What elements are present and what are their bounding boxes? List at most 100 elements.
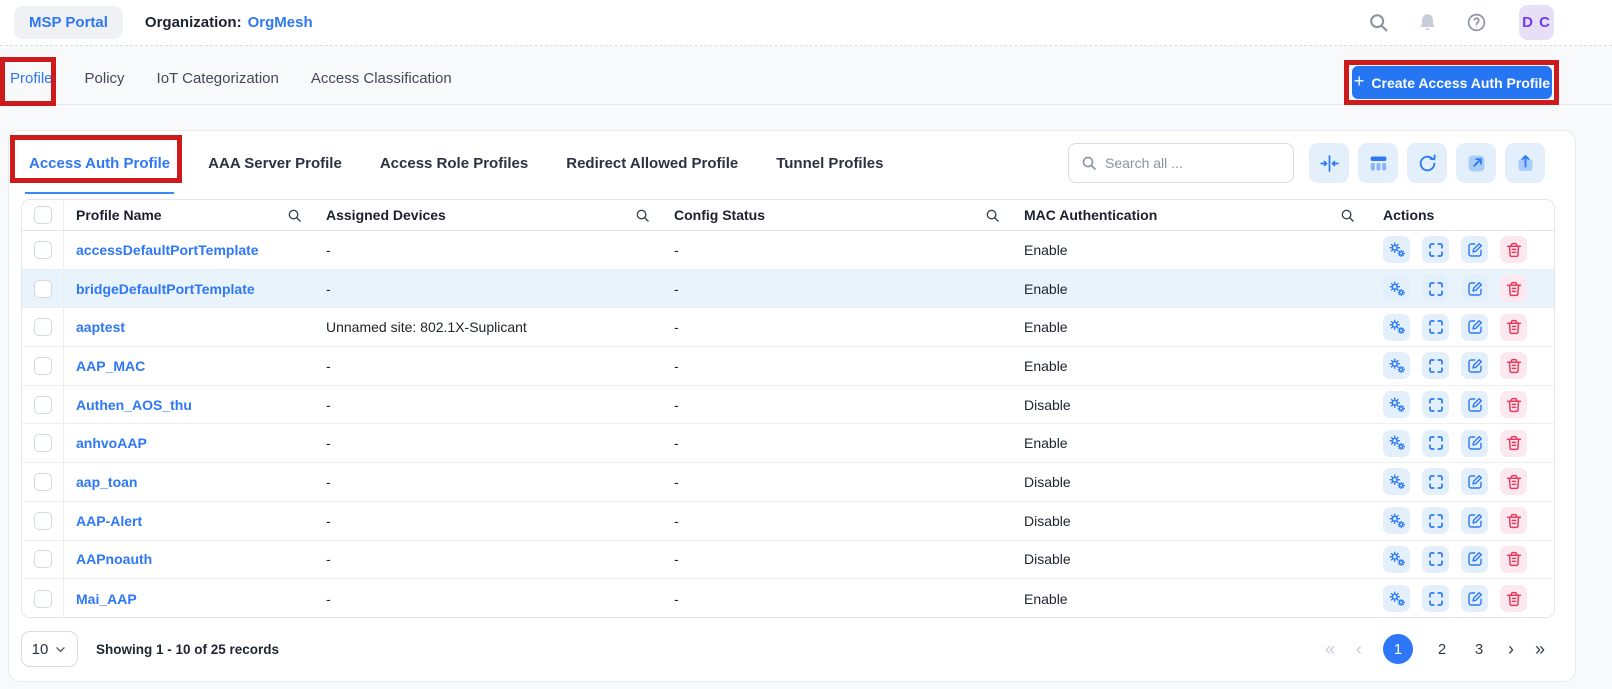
profile-name-link[interactable]: aap_toan <box>76 474 137 490</box>
row-checkbox[interactable] <box>33 395 52 414</box>
edit-button[interactable] <box>1461 236 1488 264</box>
search-all-input[interactable] <box>1105 155 1281 171</box>
profile-name-link[interactable]: Mai_AAP <box>76 591 137 607</box>
edit-button[interactable] <box>1461 468 1488 496</box>
row-checkbox[interactable] <box>33 279 52 298</box>
page-size-select[interactable]: 10 <box>21 631 78 667</box>
row-checkbox[interactable] <box>33 472 52 491</box>
tab-policy[interactable]: Policy <box>83 58 127 104</box>
row-checkbox[interactable] <box>33 356 52 375</box>
port-settings-button[interactable] <box>1383 391 1410 419</box>
subtab-redirect-allowed-profile[interactable]: Redirect Allowed Profile <box>560 147 744 180</box>
delete-button[interactable] <box>1500 507 1527 535</box>
delete-button[interactable] <box>1500 429 1527 457</box>
msp-portal-badge[interactable]: MSP Portal <box>14 6 123 39</box>
page-3-button[interactable]: 3 <box>1471 641 1487 658</box>
records-summary: Showing 1 - 10 of 25 records <box>96 641 280 657</box>
edit-button[interactable] <box>1461 429 1488 457</box>
edit-button[interactable] <box>1461 585 1488 613</box>
port-settings-button[interactable] <box>1383 313 1410 341</box>
expand-button[interactable] <box>1422 352 1449 380</box>
actions-cell <box>1367 313 1554 341</box>
expand-button[interactable] <box>1422 545 1449 573</box>
expand-button[interactable] <box>1422 236 1449 264</box>
delete-button[interactable] <box>1500 313 1527 341</box>
row-checkbox[interactable] <box>33 240 52 259</box>
edit-button[interactable] <box>1461 545 1488 573</box>
expand-button[interactable] <box>1422 468 1449 496</box>
port-settings-button[interactable] <box>1383 352 1410 380</box>
edit-button[interactable] <box>1461 507 1488 535</box>
delete-button[interactable] <box>1500 545 1527 573</box>
port-settings-button[interactable] <box>1383 236 1410 264</box>
edit-button[interactable] <box>1461 352 1488 380</box>
edit-button[interactable] <box>1461 275 1488 303</box>
organization-link[interactable]: OrgMesh <box>248 14 313 31</box>
help-icon[interactable] <box>1466 12 1487 33</box>
trash-icon <box>1506 320 1521 335</box>
first-page-button[interactable]: « <box>1325 639 1335 660</box>
upload-button[interactable] <box>1505 143 1545 183</box>
row-checkbox[interactable] <box>33 511 52 530</box>
actions-cell <box>1367 352 1554 380</box>
delete-button[interactable] <box>1500 352 1527 380</box>
delete-button[interactable] <box>1500 585 1527 613</box>
expand-button[interactable] <box>1422 313 1449 341</box>
manage-columns-button[interactable] <box>1358 143 1398 183</box>
expand-button[interactable] <box>1422 275 1449 303</box>
edit-button[interactable] <box>1461 391 1488 419</box>
mac-authentication-cell: Enable <box>1024 319 1068 336</box>
prev-page-button[interactable]: ‹ <box>1356 639 1362 660</box>
expand-button[interactable] <box>1422 429 1449 457</box>
subtab-access-role-profiles[interactable]: Access Role Profiles <box>374 147 534 180</box>
delete-button[interactable] <box>1500 391 1527 419</box>
create-access-auth-profile-button[interactable]: + Create Access Auth Profile <box>1352 66 1552 99</box>
port-settings-button[interactable] <box>1383 585 1410 613</box>
profile-name-link[interactable]: anhvoAAP <box>76 435 147 451</box>
expand-button[interactable] <box>1422 585 1449 613</box>
profile-name-link[interactable]: bridgeDefaultPortTemplate <box>76 281 255 297</box>
tab-access-classification[interactable]: Access Classification <box>309 58 454 104</box>
select-all-checkbox[interactable] <box>33 206 52 224</box>
delete-button[interactable] <box>1500 275 1527 303</box>
tab-iot-categorization[interactable]: IoT Categorization <box>155 58 281 104</box>
port-settings-button[interactable] <box>1383 507 1410 535</box>
user-avatar[interactable]: D C <box>1519 5 1554 40</box>
search-icon[interactable] <box>1368 12 1389 33</box>
next-page-button[interactable]: › <box>1508 639 1514 660</box>
profile-name-link[interactable]: Authen_AOS_thu <box>76 397 192 413</box>
refresh-button[interactable] <box>1407 143 1447 183</box>
row-checkbox[interactable] <box>33 318 52 337</box>
profile-name-link[interactable]: AAP-Alert <box>76 513 142 529</box>
column-search-icon[interactable] <box>1340 208 1355 223</box>
tab-profile[interactable]: Profile <box>8 58 55 104</box>
row-checkbox[interactable] <box>33 589 52 608</box>
column-search-icon[interactable] <box>287 208 302 223</box>
delete-button[interactable] <box>1500 236 1527 264</box>
edit-button[interactable] <box>1461 313 1488 341</box>
profile-name-link[interactable]: accessDefaultPortTemplate <box>76 242 259 258</box>
profile-name-link[interactable]: AAPnoauth <box>76 551 152 567</box>
expand-button[interactable] <box>1422 391 1449 419</box>
port-settings-button[interactable] <box>1383 429 1410 457</box>
column-search-icon[interactable] <box>635 208 650 223</box>
port-settings-button[interactable] <box>1383 468 1410 496</box>
subtab-access-auth-profile[interactable]: Access Auth Profile <box>23 147 176 194</box>
port-settings-button[interactable] <box>1383 545 1410 573</box>
profile-name-link[interactable]: AAP_MAC <box>76 358 145 374</box>
subtab-aaa-server-profile[interactable]: AAA Server Profile <box>202 147 348 180</box>
delete-button[interactable] <box>1500 468 1527 496</box>
page-1-button[interactable]: 1 <box>1382 634 1413 664</box>
row-checkbox[interactable] <box>33 434 52 453</box>
expand-button[interactable] <box>1422 507 1449 535</box>
profile-name-link[interactable]: aaptest <box>76 319 125 335</box>
column-search-icon[interactable] <box>985 208 1000 223</box>
last-page-button[interactable]: » <box>1535 639 1545 660</box>
page-2-button[interactable]: 2 <box>1434 641 1450 658</box>
notifications-bell-icon[interactable] <box>1417 12 1438 33</box>
collapse-columns-button[interactable] <box>1309 143 1349 183</box>
subtab-tunnel-profiles[interactable]: Tunnel Profiles <box>770 147 889 180</box>
port-settings-button[interactable] <box>1383 275 1410 303</box>
open-external-button[interactable] <box>1456 143 1496 183</box>
row-checkbox[interactable] <box>33 550 52 569</box>
